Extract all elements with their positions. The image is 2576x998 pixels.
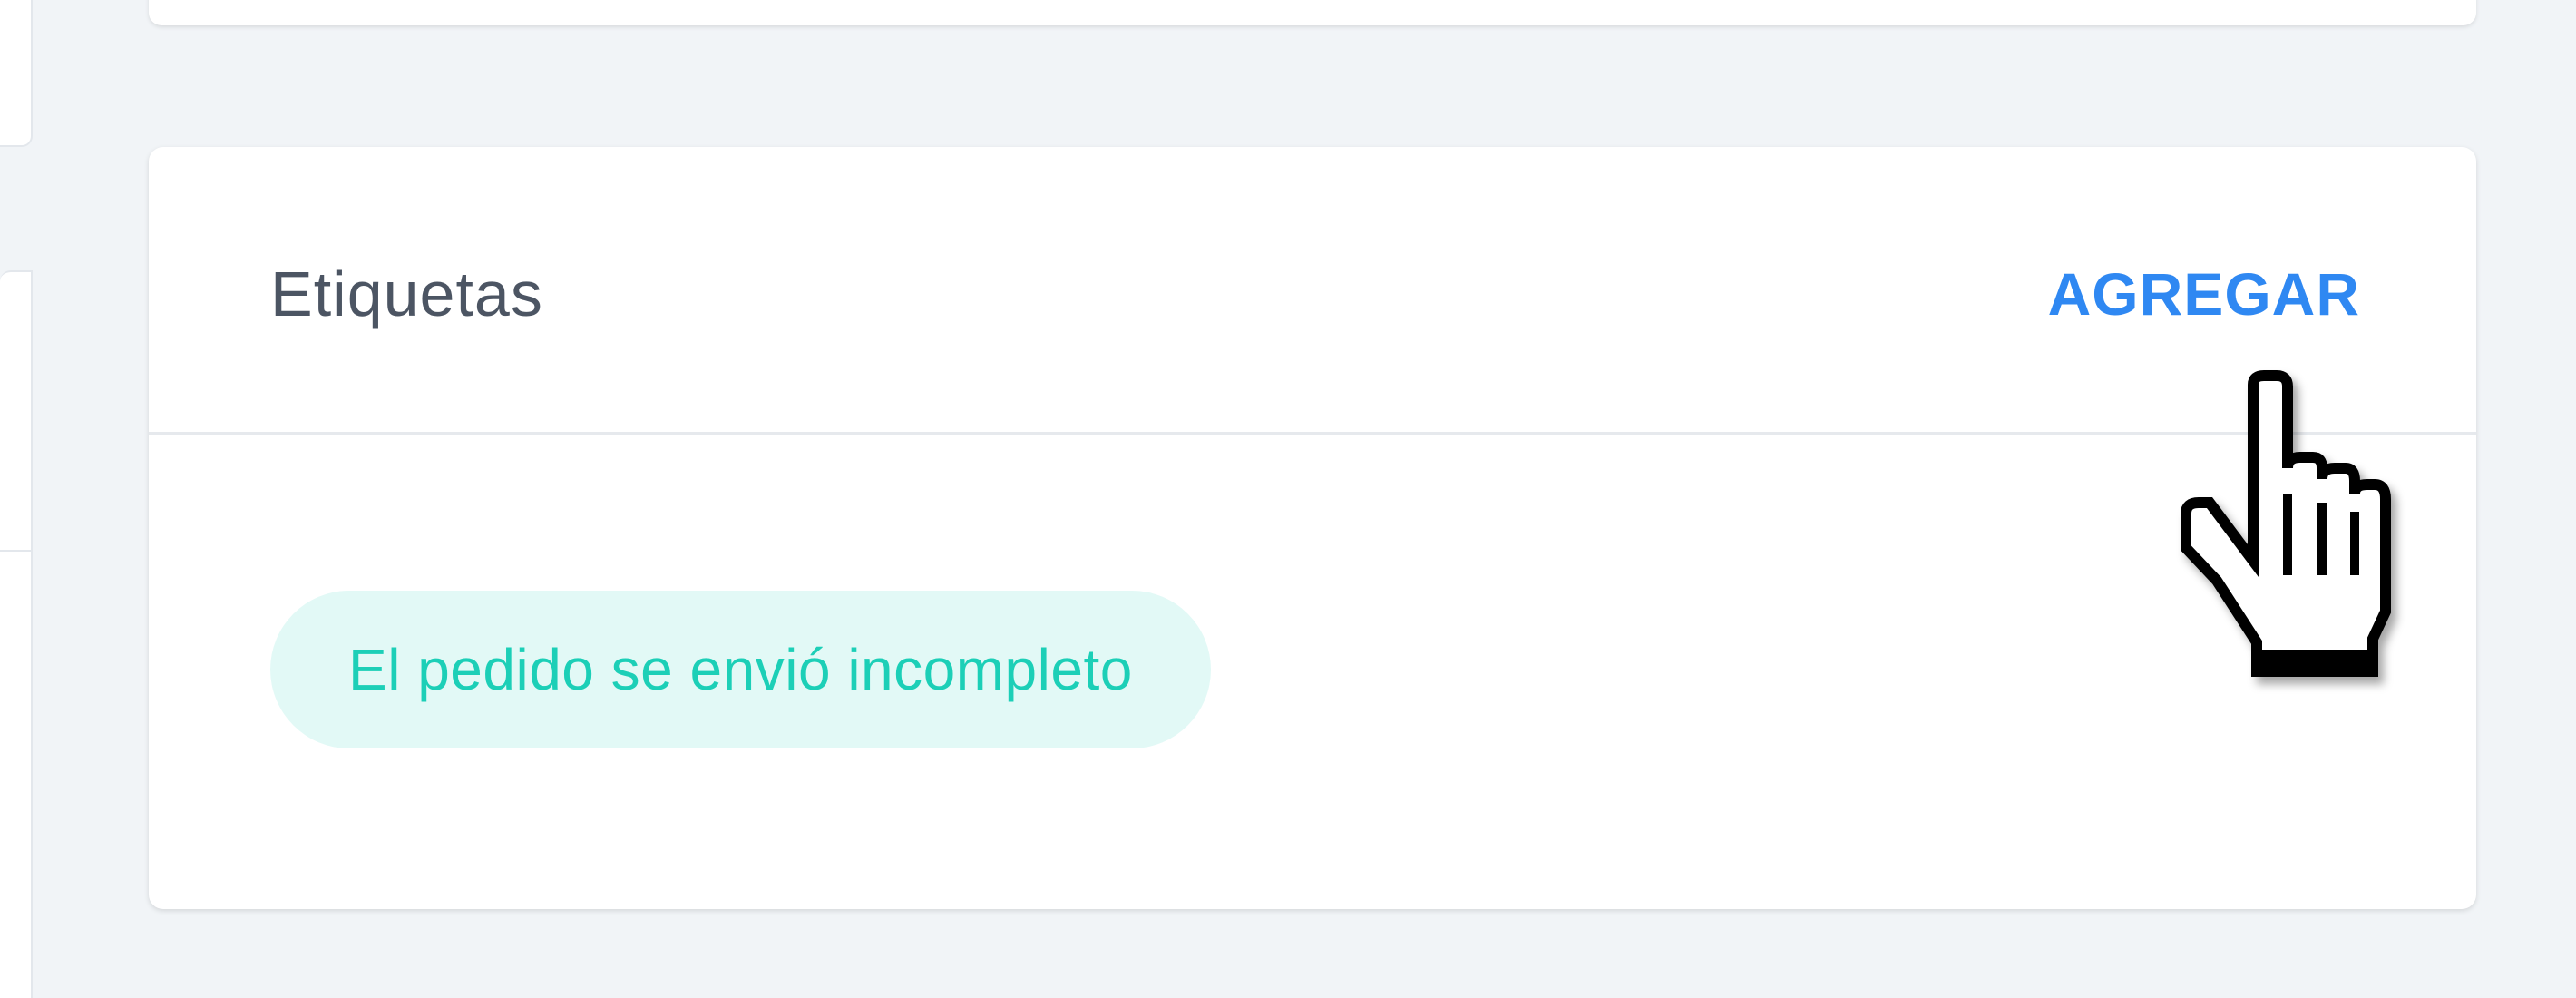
tags-card: Etiquetas AGREGAR El pedido se envió inc… — [149, 147, 2476, 909]
left-panel-bottom — [0, 270, 33, 998]
left-panel-top — [0, 0, 33, 147]
left-panel-divider — [0, 550, 31, 552]
previous-card — [149, 0, 2476, 25]
tag-chip[interactable]: El pedido se envió incompleto — [270, 591, 1211, 748]
tags-card-body: El pedido se envió incompleto — [149, 435, 2476, 906]
add-tag-button[interactable]: AGREGAR — [2048, 250, 2360, 338]
tags-card-title: Etiquetas — [270, 259, 543, 329]
tags-card-header: Etiquetas AGREGAR — [149, 147, 2476, 435]
tag-chip-label: El pedido se envió incompleto — [348, 637, 1133, 702]
hand-pointer-icon — [2181, 370, 2391, 677]
